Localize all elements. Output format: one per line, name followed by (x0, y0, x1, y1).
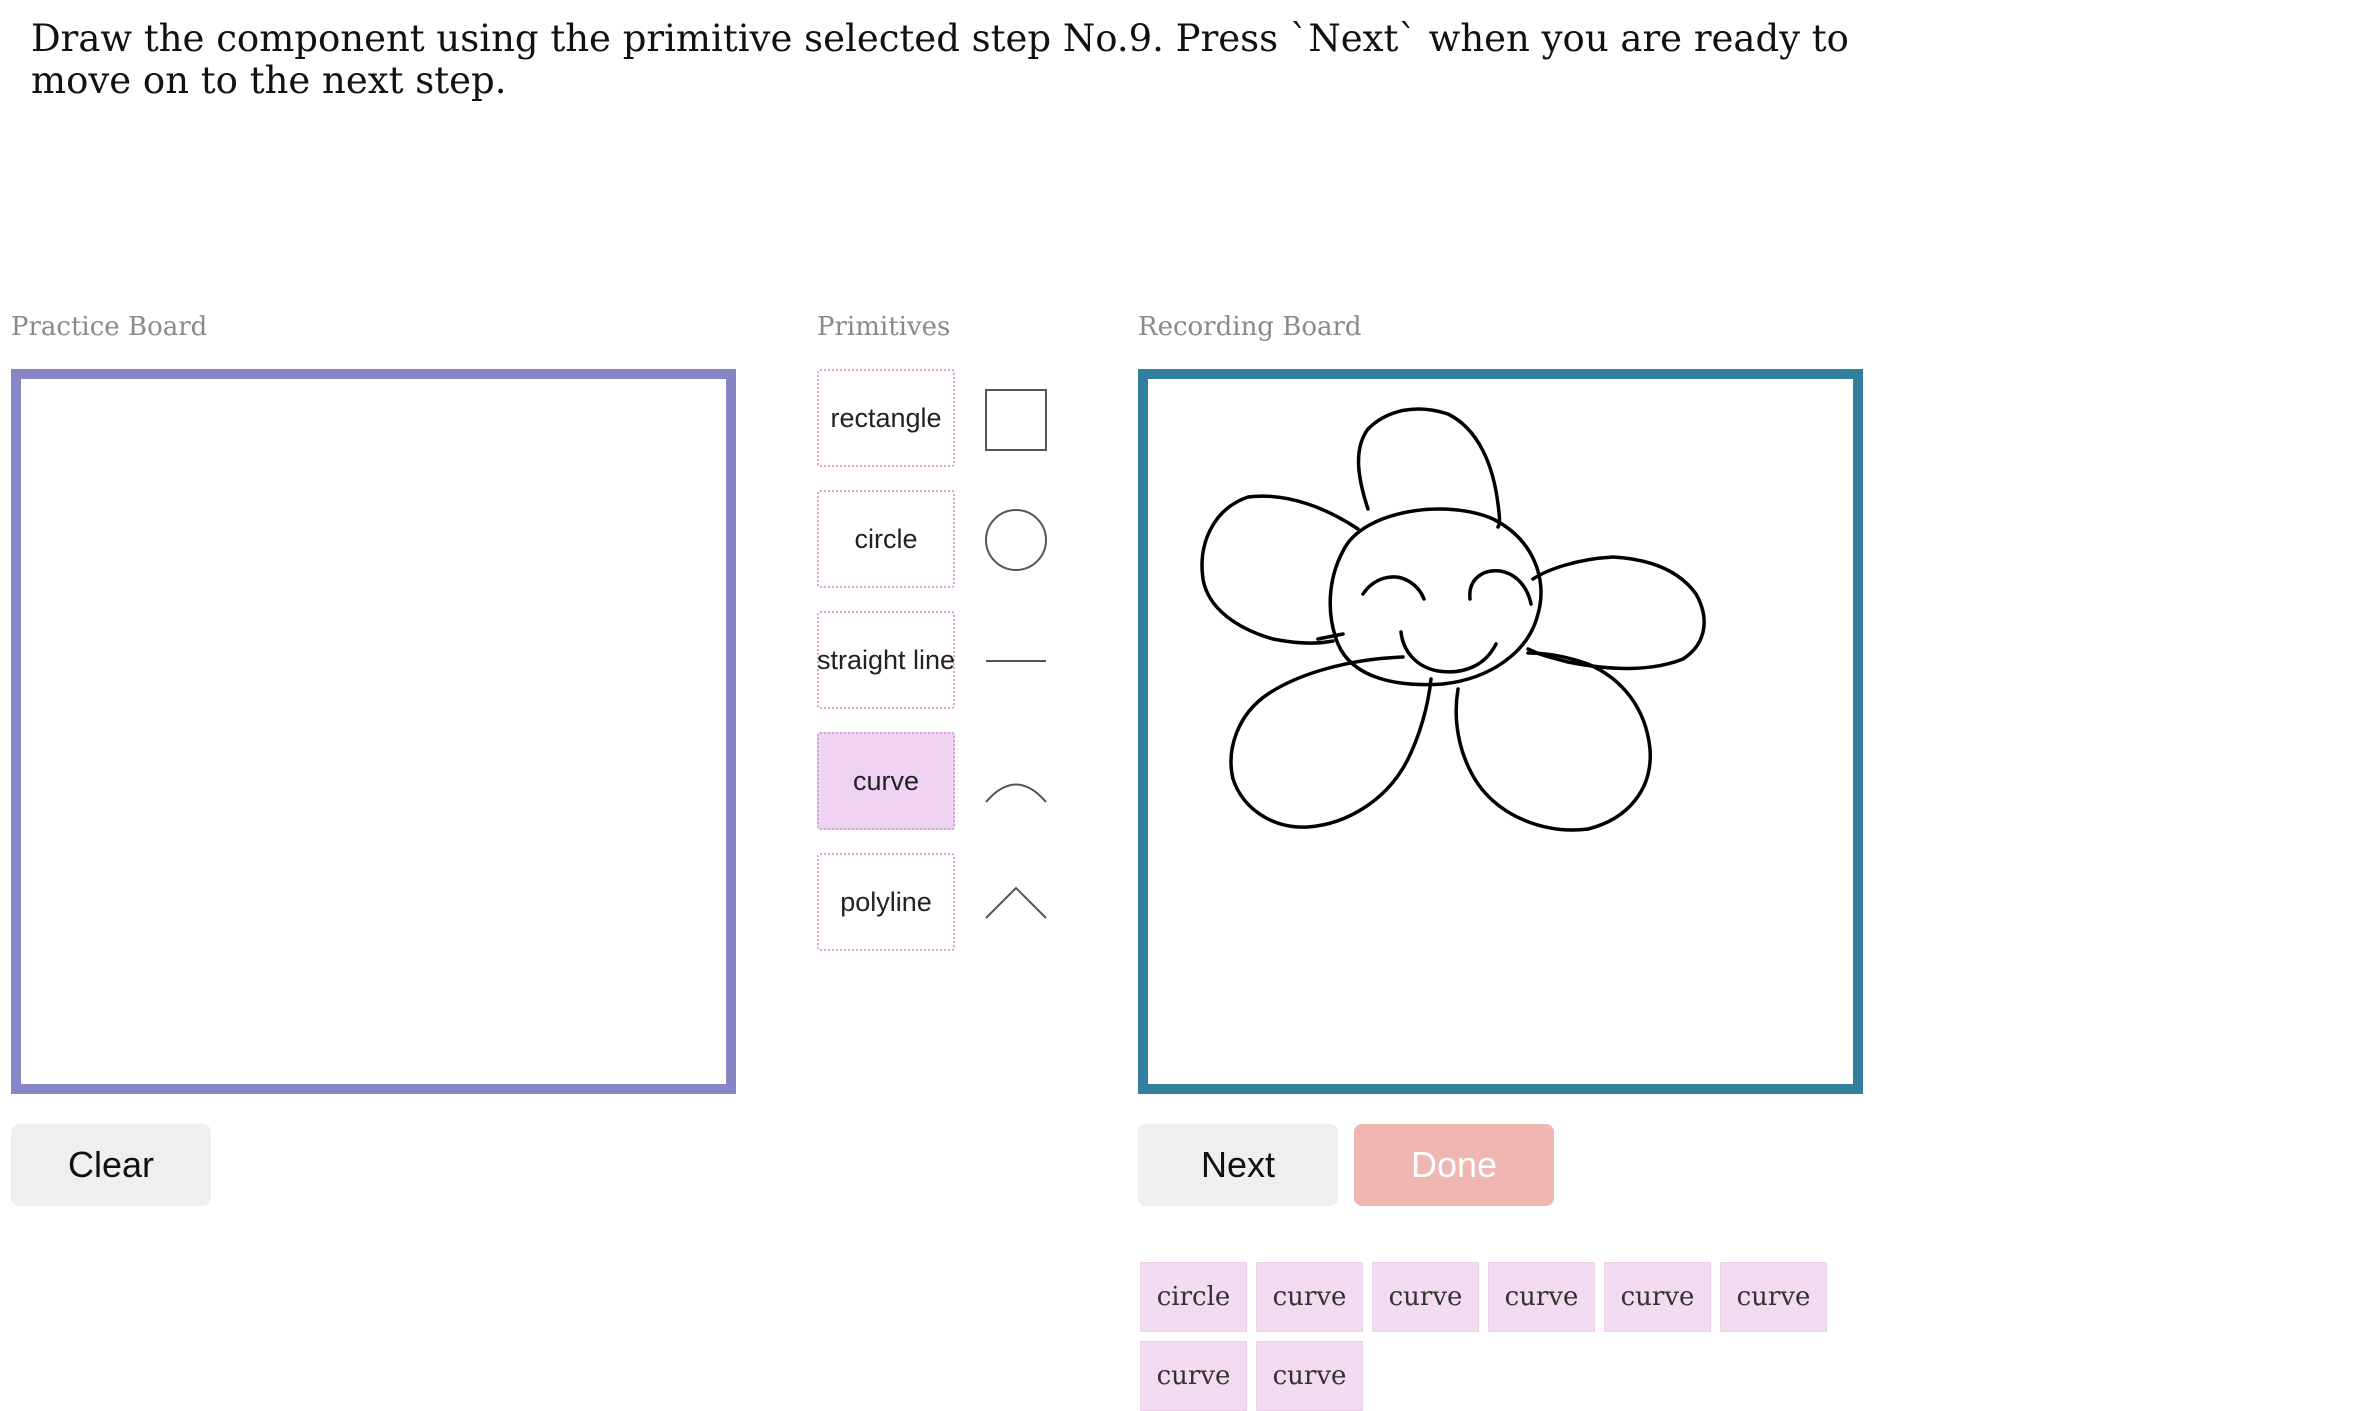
straight-line-icon (986, 660, 1046, 662)
practice-board[interactable] (11, 369, 736, 1094)
polyline-icon (985, 886, 1047, 919)
recorded-primitive-chip: curve (1140, 1341, 1247, 1411)
next-button[interactable]: Next (1138, 1124, 1338, 1206)
recorded-primitive-chip: curve (1720, 1262, 1827, 1332)
flower-petal-lower-right (1454, 651, 1652, 832)
instruction-text: Draw the component using the primitive s… (31, 17, 1849, 102)
primitive-rectangle-button[interactable]: rectangle (817, 369, 955, 467)
practice-board-label: Practice Board (11, 312, 208, 342)
flower-petal-right (1526, 555, 1706, 671)
recorded-primitive-chip: curve (1488, 1262, 1595, 1332)
curve-icon (985, 783, 1047, 803)
recorded-primitive-chip: curve (1372, 1262, 1479, 1332)
flower-eye-right (1468, 569, 1533, 606)
recording-board-label: Recording Board (1138, 312, 1362, 342)
primitive-straight-line-button[interactable]: straight line (817, 611, 955, 709)
recorded-primitive-chip: circle (1140, 1262, 1247, 1332)
flower-eye-left (1361, 575, 1426, 601)
primitives-label: Primitives (817, 312, 951, 342)
flower-drawing (1200, 407, 1706, 832)
recording-board[interactable] (1138, 369, 1863, 1094)
primitive-curve-button[interactable]: curve (817, 732, 955, 830)
recorded-primitive-chip: curve (1256, 1262, 1363, 1332)
flower-center-stroke (1328, 507, 1543, 687)
primitive-circle-button[interactable]: circle (817, 490, 955, 588)
recorded-primitive-chip: curve (1604, 1262, 1711, 1332)
circle-icon (985, 509, 1047, 571)
rectangle-icon (985, 389, 1047, 451)
clear-button[interactable]: Clear (11, 1124, 211, 1206)
primitive-polyline-button[interactable]: polyline (817, 853, 955, 951)
done-button[interactable]: Done (1354, 1124, 1554, 1206)
flower-smile (1399, 630, 1498, 674)
recorded-primitive-chip: curve (1256, 1341, 1363, 1411)
flower-stem-tick (1316, 632, 1345, 641)
